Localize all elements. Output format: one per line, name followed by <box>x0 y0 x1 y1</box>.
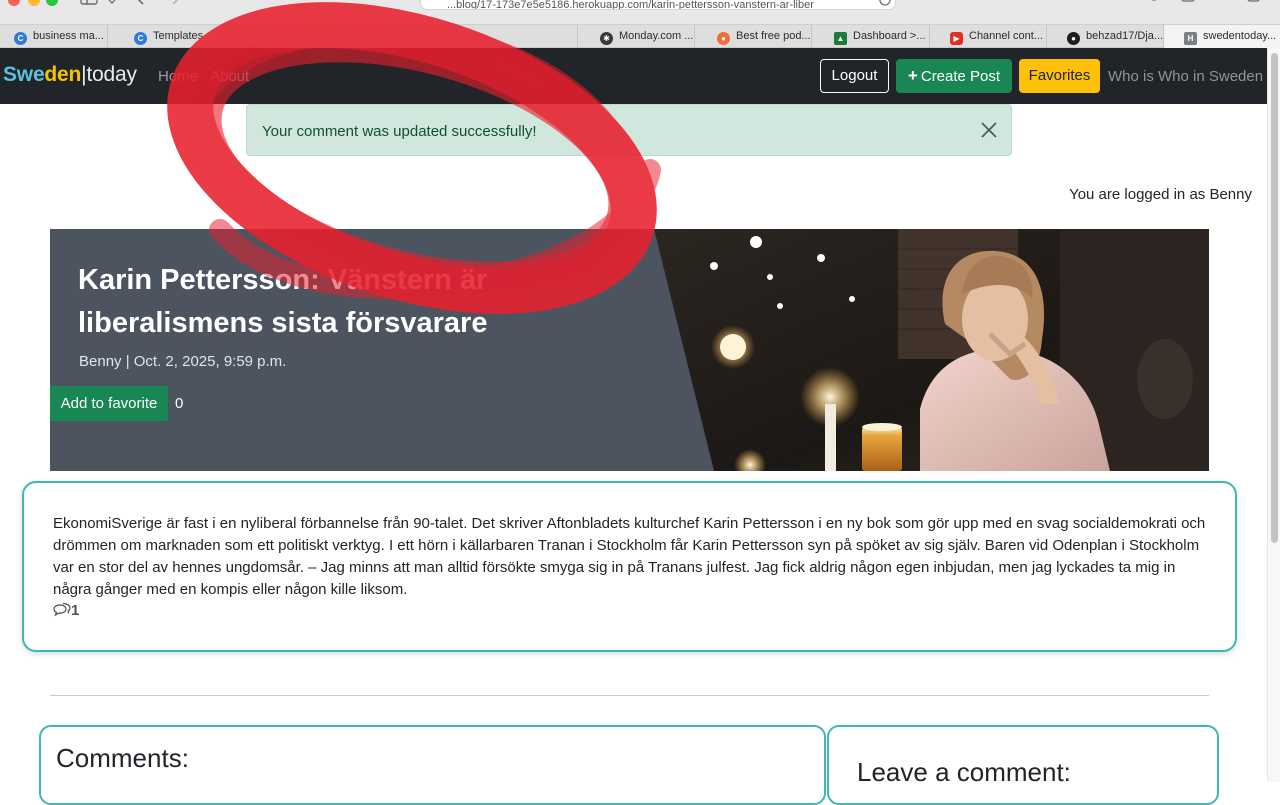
browser-tab[interactable]: ● Best free pod... <box>695 25 812 48</box>
tab-label: Dashboard >... <box>853 30 926 42</box>
sidebar-icon[interactable] <box>80 0 98 6</box>
minimize-window-button[interactable] <box>28 0 40 6</box>
tab-label: business ma... <box>33 30 104 42</box>
post-content: EkonomiSverige är fast i en nyliberal fö… <box>53 515 1206 598</box>
circle-c-icon: C <box>134 32 147 45</box>
post-title-line-1: Karin Pettersson: Vänstern är <box>78 264 488 296</box>
browser-tab[interactable]: C Templates <box>108 25 578 48</box>
tab-label: behzad17/Dja... <box>1086 30 1164 42</box>
comment-count: 1 <box>53 602 79 619</box>
leave-comment-section: Leave a comment: <box>827 725 1219 805</box>
openai-icon: ✱ <box>600 32 613 45</box>
h-icon: H <box>1184 32 1197 45</box>
download-icon[interactable] <box>1147 0 1161 6</box>
page-scrollbar[interactable] <box>1267 48 1280 782</box>
share-icon[interactable] <box>1181 0 1195 6</box>
post-title: Karin Pettersson: Vänstern är liberalism… <box>78 259 538 345</box>
forward-icon[interactable] <box>170 0 180 6</box>
alert-message: Your comment was updated successfully! <box>262 123 537 140</box>
nav-home-link[interactable]: Home <box>158 68 198 85</box>
post-title-line-2: liberalismens sista försvarare <box>78 307 488 339</box>
logout-button[interactable]: Logout <box>820 59 889 93</box>
scrollbar-thumb[interactable] <box>1271 53 1278 543</box>
browser-tab[interactable]: Cbusiness ma... <box>0 25 108 48</box>
nav-about-link[interactable]: About <box>210 68 249 85</box>
tab-label: Best free pod... <box>736 30 811 42</box>
success-alert: Your comment was updated successfully! <box>246 104 1012 156</box>
browser-tab[interactable]: ▶ Channel cont... <box>930 25 1047 48</box>
youtube-icon: ▶ <box>950 32 963 45</box>
site-navbar: Sweden|today Home About Logout + Create P… <box>0 48 1267 104</box>
post-masthead: Karin Pettersson: Vänstern är liberalism… <box>50 229 1209 471</box>
create-post-button[interactable]: + Create Post <box>896 59 1012 93</box>
favorite-count: 0 <box>175 395 184 412</box>
close-icon[interactable] <box>979 120 999 140</box>
reload-icon[interactable] <box>879 0 891 6</box>
chevron-down-icon[interactable] <box>108 0 116 6</box>
comments-icon <box>53 602 71 617</box>
brand-today: today <box>86 63 137 86</box>
add-to-favorite-button[interactable]: Add to favorite <box>50 386 168 421</box>
brand-den: den <box>44 63 82 86</box>
new-tab-icon[interactable] <box>1215 0 1225 6</box>
site-logo[interactable]: Sweden|today <box>3 63 137 87</box>
podcast-icon: ● <box>717 32 730 45</box>
section-divider <box>50 695 1209 696</box>
brand-swe: Swe <box>3 63 45 86</box>
logged-in-status: You are logged in as Benny <box>1069 186 1252 203</box>
browser-tab[interactable]: ● behzad17/Dja... <box>1047 25 1164 48</box>
dashboard-icon: ▲ <box>834 32 847 45</box>
tab-overview-icon[interactable] <box>1247 0 1263 6</box>
close-window-button[interactable] <box>8 0 20 6</box>
post-meta: Benny | Oct. 2, 2025, 9:59 p.m. <box>79 353 287 370</box>
tab-label: Monday.com ...l <box>619 30 695 42</box>
tab-label: Channel cont... <box>969 30 1043 42</box>
browser-tab[interactable]: ✱ Monday.com ...l <box>578 25 695 48</box>
address-bar-url: ...blog/17-173e7e5e5186.herokuapp.com/ka… <box>447 0 814 10</box>
browser-tab-active[interactable]: Hswedentoday... <box>1164 25 1280 48</box>
browser-toolbar: ...blog/17-173e7e5e5186.herokuapp.com/ka… <box>0 0 1280 24</box>
plus-icon: + <box>907 66 918 85</box>
comments-section: Comments: <box>39 725 826 805</box>
tab-label: swedentoday... <box>1203 30 1277 42</box>
comments-heading: Comments: <box>56 743 189 773</box>
nav-who-is-who-link[interactable]: Who is Who in Sweden <box>1108 68 1263 85</box>
github-icon: ● <box>1067 32 1080 45</box>
browser-tab-bar: Cbusiness ma... C Templates ✱ Monday.com .… <box>0 24 1280 48</box>
post-content-card: EkonomiSverige är fast i en nyliberal fö… <box>22 481 1237 652</box>
circle-c-icon: C <box>14 32 27 45</box>
address-bar[interactable]: ...blog/17-173e7e5e5186.herokuapp.com/ka… <box>420 0 896 10</box>
leave-comment-heading: Leave a comment: <box>857 757 1071 787</box>
comment-count-value: 1 <box>71 602 80 619</box>
browser-tab[interactable]: ▲ Dashboard >... <box>812 25 930 48</box>
back-icon[interactable] <box>136 0 146 6</box>
create-post-label: Create Post <box>920 68 1001 85</box>
tab-label: Templates <box>153 30 204 42</box>
favorites-button[interactable]: Favorites <box>1019 59 1100 93</box>
maximize-window-button[interactable] <box>46 0 58 6</box>
